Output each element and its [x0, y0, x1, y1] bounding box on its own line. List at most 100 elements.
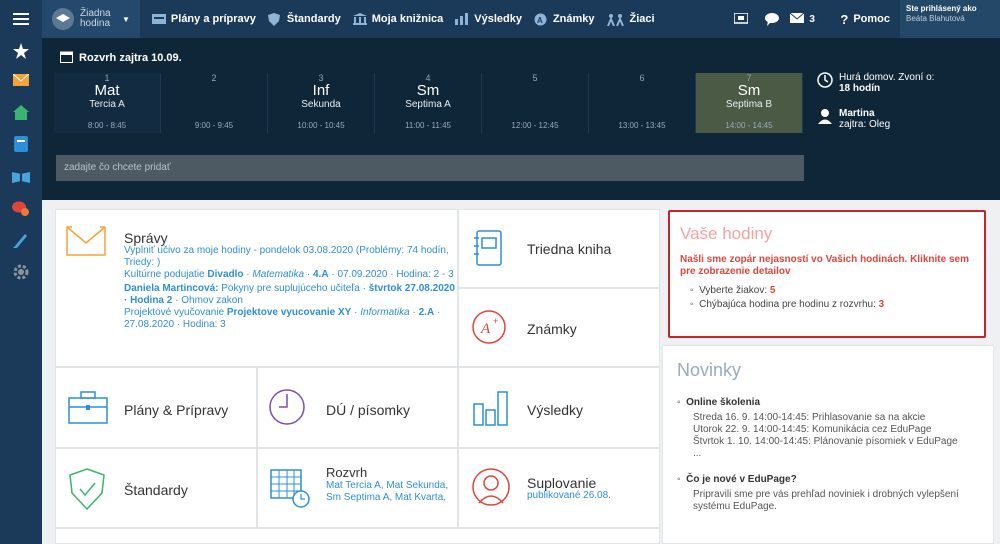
current-hour-selector[interactable]: Žiadna hodina ▼: [42, 0, 140, 38]
slot-time: 12:00 - 12:45: [511, 121, 559, 130]
nav-plans[interactable]: Plány a prípravy: [146, 13, 262, 25]
mail-icon: [790, 12, 805, 26]
home-icon[interactable]: [0, 96, 42, 128]
star-icon[interactable]: [0, 38, 42, 64]
grades-tile[interactable]: A + Známky: [458, 288, 660, 367]
login-label: Ste prihlásený ako: [906, 4, 977, 13]
msg-text: ·: [409, 307, 419, 318]
sidebar: [0, 38, 42, 544]
msg-text: Pokyny pre suplujúceho učiteľa ·: [218, 283, 369, 294]
slot-subject: Inf: [312, 82, 330, 99]
plans-label: Plány & Prípravy: [124, 402, 229, 418]
graduation-cap-icon: [52, 8, 74, 30]
nav-library[interactable]: Moja knižnica: [347, 13, 450, 25]
clock-icon: [268, 388, 306, 429]
news-line: ...: [693, 448, 702, 459]
your-lessons-warning[interactable]: Našli sme zopár nejasností vo Vašich hod…: [680, 254, 974, 278]
message-item[interactable]: Daniela Martincová: Pokyny pre suplujúce…: [124, 283, 456, 307]
login-info[interactable]: Ste prihlásený ako Beáta Blahutová: [900, 0, 1000, 38]
messages-tile[interactable]: Správy Vyplniť učivo za moje hodiny - po…: [55, 209, 458, 367]
timetable-classes: Mat Tercia A, Mat Sekunda, Sm Septima A,…: [326, 480, 449, 503]
slot-time: 13:00 - 13:45: [618, 121, 666, 130]
bar-chart-icon: [473, 390, 509, 429]
msg-text: ·: [304, 269, 313, 280]
substitution-published: publikované 26.08.: [527, 490, 611, 501]
plans-tile[interactable]: Plány & Prípravy: [55, 367, 257, 448]
nav-students-label: Žiaci: [629, 13, 655, 25]
tv-icon[interactable]: [728, 13, 754, 25]
discussion-icon[interactable]: [0, 192, 42, 224]
timetable-slot[interactable]: 7 Sm Septima B 14:00 - 14:45: [696, 73, 803, 133]
news-line: Štvrtok 1. 10. 14:00-14:45: Plánovanie p…: [693, 436, 958, 447]
grade-a-plus-icon: A +: [471, 309, 507, 348]
message-item[interactable]: Projektové vyučovanie Projektove vyucova…: [124, 307, 456, 331]
slot-subject: Sm: [416, 82, 440, 99]
add-input[interactable]: zadajte čo chcete pridať: [56, 155, 804, 181]
pen-icon[interactable]: [0, 224, 42, 256]
slot-time: 14:00 - 14:45: [725, 121, 773, 130]
nav-results[interactable]: Výsledky: [449, 13, 528, 25]
timetable-title: Rozvrh zajtra 10.09.: [79, 52, 182, 64]
envelope-icon[interactable]: [0, 64, 42, 96]
bottom-row-tile: [55, 528, 660, 544]
nav-library-label: Moja knižnica: [371, 13, 444, 25]
duty-person: Martina zajtra: Oleg: [817, 108, 997, 130]
homework-tile[interactable]: DÚ / písomky: [257, 367, 458, 448]
substitution-icon: [471, 467, 511, 512]
news-line: Streda 16. 9. 14:00-14:45: Prihlasovanie…: [693, 412, 926, 423]
timetable-slot[interactable]: 2 9:00 - 9:45: [161, 73, 268, 133]
help-button[interactable]: ? Pomoc: [830, 12, 900, 27]
substitution-tile[interactable]: Suplovanie publikované 26.08.: [458, 448, 660, 528]
book-icon[interactable]: [0, 128, 42, 160]
gear-icon[interactable]: [0, 256, 42, 288]
timetable-tile[interactable]: Rozvrh Mat Tercia A, Mat Sekunda, Sm Sep…: [257, 448, 458, 528]
question-icon: ?: [840, 11, 849, 27]
grades-label: Známky: [527, 321, 577, 337]
timetable-slot[interactable]: 6 13:00 - 13:45: [589, 73, 696, 133]
nav-grades[interactable]: A Známky: [528, 13, 601, 26]
nav-grades-label: Známky: [552, 13, 595, 25]
issue-item[interactable]: ◦ Vyberte žiakov: 5: [690, 284, 974, 298]
issue-item[interactable]: ◦ Chýbajúca hodina pre hodinu z rozvrhu:…: [690, 298, 974, 312]
students-icon: [606, 13, 625, 27]
timetable-slot[interactable]: 4 Sm Septima A 11:00 - 11:45: [375, 73, 482, 133]
news-item[interactable]: ◦ Čo je nové v EduPage? Pripravili sme p…: [677, 474, 979, 513]
your-lessons-panel[interactable]: Vaše hodiny Našli sme zopár nejasností v…: [668, 210, 986, 338]
class-book-label: Triedna kniha: [527, 241, 612, 257]
timetable-slot[interactable]: 5 12:00 - 12:45: [482, 73, 589, 133]
msg-bold: 4.A: [313, 269, 329, 280]
mail-button[interactable]: 3: [790, 12, 830, 26]
menu-icon[interactable]: [0, 0, 42, 38]
svg-text:A: A: [537, 16, 543, 25]
open-book-icon[interactable]: [0, 160, 42, 192]
library-icon: [352, 13, 367, 25]
standards-tile[interactable]: Štandardy: [55, 448, 257, 528]
slot-number: 5: [532, 73, 538, 83]
msg-italic: Informatika: [360, 307, 410, 318]
timetable-slot[interactable]: 1 Mat Tercia A 8:00 - 8:45: [54, 73, 161, 133]
clock-icon: [817, 72, 833, 91]
message-item[interactable]: Vyplniť učivo za moje hodiny - pondelok …: [124, 245, 456, 269]
timetable-slot[interactable]: 3 Inf Sekunda 10:00 - 10:45: [268, 73, 375, 133]
top-bar: Žiadna hodina ▼ Plány a prípravy Štandar…: [0, 0, 1000, 38]
your-lessons-title: Vaše hodiny: [680, 224, 773, 243]
nav-standards-label: Štandardy: [286, 13, 341, 25]
results-tile[interactable]: Výsledky: [458, 367, 660, 448]
chat-icon[interactable]: [754, 12, 790, 26]
nav-students[interactable]: Žiaci: [601, 13, 661, 27]
issue-count: 3: [878, 299, 885, 310]
timetable-side-info: Hurá domov. Zvoní o: 18 hodín Martina za…: [817, 72, 997, 130]
msg-text: · 07.09.2020 · Hodina: 2 - 3: [328, 269, 454, 280]
nav-standards[interactable]: Štandardy: [262, 13, 347, 26]
nav-plans-label: Plány a prípravy: [170, 13, 256, 25]
slot-time: 10:00 - 10:45: [297, 121, 345, 130]
news-item[interactable]: ◦ Online školenia Streda 16. 9. 14:00-14…: [677, 397, 979, 460]
msg-bold: 2.A: [418, 307, 435, 318]
class-book-tile[interactable]: Triedna kniha: [458, 209, 660, 288]
chevron-down-icon: ▼: [122, 14, 130, 24]
briefcase-icon: [68, 390, 108, 427]
grades-icon: A: [534, 13, 548, 26]
nav-results-label: Výsledky: [474, 13, 522, 25]
message-item[interactable]: Kultúrne podujatie Divadlo · Matematika …: [124, 269, 456, 281]
msg-text: · Ohmov zakon: [172, 295, 243, 306]
